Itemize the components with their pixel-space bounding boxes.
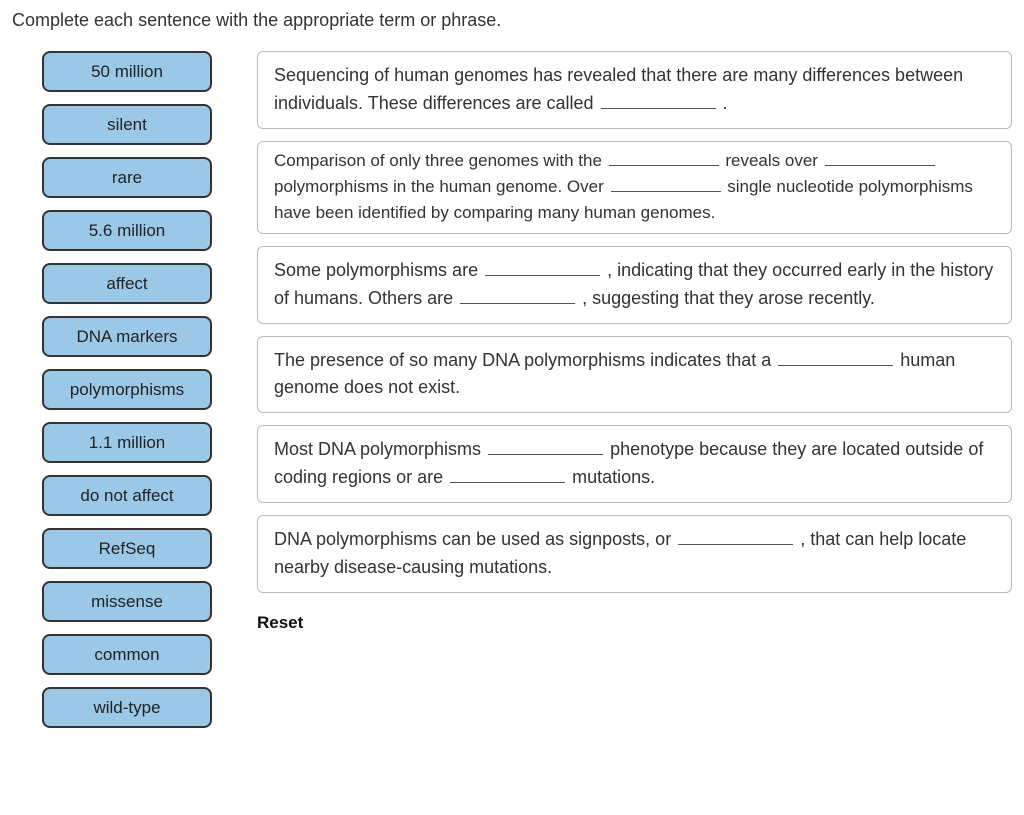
blank-drop-target[interactable] — [778, 347, 893, 366]
sentence-text: . — [718, 93, 728, 113]
blank-drop-target[interactable] — [825, 148, 935, 166]
activity-area: 50 million silent rare 5.6 million affec… — [12, 51, 1012, 728]
blank-drop-target[interactable] — [611, 174, 721, 192]
sentence-text: reveals over — [721, 151, 823, 170]
sentence-text: , suggesting that they arose recently. — [577, 288, 875, 308]
sentence-text: Most DNA polymorphisms — [274, 439, 486, 459]
blank-drop-target[interactable] — [601, 90, 716, 109]
term-chip[interactable]: 50 million — [42, 51, 212, 92]
blank-drop-target[interactable] — [460, 285, 575, 304]
term-chip[interactable]: silent — [42, 104, 212, 145]
blank-drop-target[interactable] — [488, 436, 603, 455]
term-bank: 50 million silent rare 5.6 million affec… — [12, 51, 212, 728]
sentence-box: Sequencing of human genomes has revealed… — [257, 51, 1012, 129]
term-chip[interactable]: 5.6 million — [42, 210, 212, 251]
blank-drop-target[interactable] — [485, 257, 600, 276]
sentence-box: Comparison of only three genomes with th… — [257, 141, 1012, 234]
term-chip[interactable]: wild-type — [42, 687, 212, 728]
sentence-box: Most DNA polymorphisms phenotype because… — [257, 425, 1012, 503]
sentence-box: Some polymorphisms are , indicating that… — [257, 246, 1012, 324]
sentence-column: Sequencing of human genomes has revealed… — [257, 51, 1012, 633]
term-chip[interactable]: RefSeq — [42, 528, 212, 569]
term-chip[interactable]: do not affect — [42, 475, 212, 516]
sentence-text: polymorphisms in the human genome. Over — [274, 177, 609, 196]
term-chip[interactable]: missense — [42, 581, 212, 622]
sentence-text: Comparison of only three genomes with th… — [274, 151, 607, 170]
sentence-text: Some polymorphisms are — [274, 260, 483, 280]
term-chip[interactable]: polymorphisms — [42, 369, 212, 410]
blank-drop-target[interactable] — [450, 464, 565, 483]
instruction-text: Complete each sentence with the appropri… — [12, 10, 1012, 31]
term-chip[interactable]: rare — [42, 157, 212, 198]
sentence-box: The presence of so many DNA polymorphism… — [257, 336, 1012, 414]
term-chip[interactable]: 1.1 million — [42, 422, 212, 463]
term-chip[interactable]: DNA markers — [42, 316, 212, 357]
blank-drop-target[interactable] — [678, 526, 793, 545]
reset-button[interactable]: Reset — [257, 613, 303, 633]
term-chip[interactable]: affect — [42, 263, 212, 304]
blank-drop-target[interactable] — [609, 148, 719, 166]
sentence-text: DNA polymorphisms can be used as signpos… — [274, 529, 676, 549]
term-chip[interactable]: common — [42, 634, 212, 675]
sentence-text: The presence of so many DNA polymorphism… — [274, 350, 776, 370]
sentence-box: DNA polymorphisms can be used as signpos… — [257, 515, 1012, 593]
sentence-text: mutations. — [567, 467, 655, 487]
